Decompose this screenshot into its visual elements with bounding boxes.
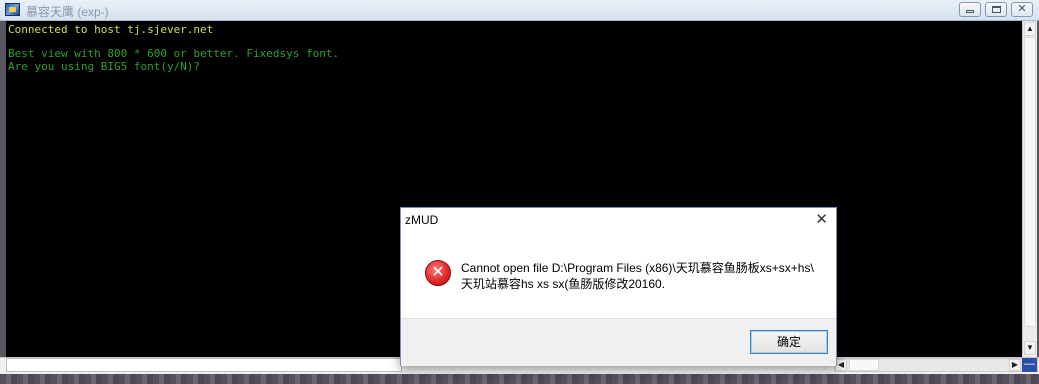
- command-input[interactable]: [6, 358, 402, 372]
- horizontal-scrollbar[interactable]: ◀ ▶: [834, 358, 1038, 372]
- terminal-line: Best view with 800 * 600 or better. Fixe…: [8, 47, 340, 60]
- ok-button[interactable]: 确定: [750, 330, 828, 354]
- desktop-background: [0, 374, 1039, 384]
- vertical-scrollbar[interactable]: ▲ ▼: [1022, 21, 1037, 357]
- window-title: 慕容天鹰 (exp-): [26, 5, 109, 19]
- close-button[interactable]: ✕: [1011, 2, 1033, 17]
- dialog-footer: 确定: [401, 318, 836, 366]
- scroll-down-icon[interactable]: ▼: [1024, 341, 1036, 355]
- scroll-right-icon[interactable]: ▶: [1009, 359, 1021, 371]
- title-bar[interactable]: 慕容天鹰 (exp-) ✕: [0, 0, 1039, 21]
- maximize-button[interactable]: [985, 2, 1007, 17]
- scroll-thumb[interactable]: [1024, 37, 1036, 327]
- terminal-line: Are you using BIG5 font(y/N)?: [8, 60, 201, 73]
- dialog-title: zMUD: [405, 213, 439, 227]
- terminal-line: Connected to host tj.sjever.net: [8, 23, 214, 36]
- dialog-message: Cannot open file D:\Program Files (x86)\…: [461, 260, 831, 292]
- dialog-message-line2: 天玑站慕容hs xs sx(鱼肠版修改20160.: [461, 277, 666, 291]
- error-dialog: zMUD ✕ ✕ Cannot open file D:\Program Fil…: [400, 207, 837, 366]
- dialog-message-line1: Cannot open file D:\Program Files (x86)\…: [461, 261, 814, 275]
- hscroll-thumb[interactable]: [849, 359, 879, 371]
- error-icon: ✕: [425, 260, 451, 286]
- zmud-window: 慕容天鹰 (exp-) ✕ Connected to host tj.sjeve…: [0, 0, 1039, 384]
- scroll-up-icon[interactable]: ▲: [1024, 22, 1036, 36]
- collapse-button[interactable]: —: [1022, 358, 1037, 372]
- dialog-close-icon[interactable]: ✕: [815, 210, 828, 228]
- minimize-button[interactable]: [959, 2, 981, 17]
- app-icon[interactable]: [5, 3, 20, 16]
- window-controls: ✕: [959, 2, 1033, 17]
